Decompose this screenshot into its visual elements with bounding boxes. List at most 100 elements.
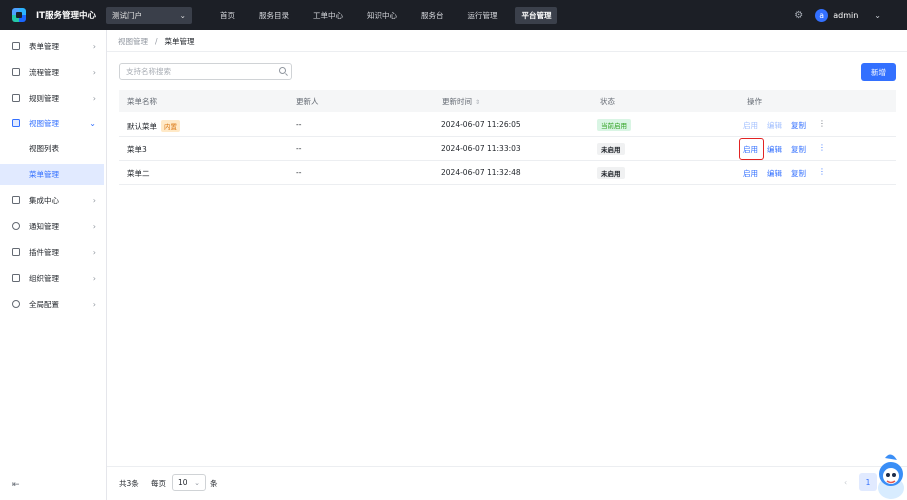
avatar[interactable]: a <box>815 8 829 22</box>
process-icon <box>12 68 20 76</box>
portal-select-value: 测试门户 <box>111 10 142 20</box>
status-badge: 未启用 <box>597 143 625 155</box>
header-divider <box>107 51 907 52</box>
sidebar-item-label: 组织管理 <box>29 273 59 283</box>
user-menu-chevron-icon[interactable]: ⌄ <box>874 11 881 20</box>
updater-cell: -- <box>296 120 302 129</box>
breadcrumb-current: 菜单管理 <box>164 37 195 46</box>
sidebar-item-notification-management[interactable]: 通知管理 › <box>0 216 106 236</box>
plugin-icon <box>12 248 20 256</box>
highlight-box <box>739 138 764 160</box>
nav-home[interactable]: 首页 <box>214 7 241 24</box>
settings-gear-icon[interactable]: ⚙ <box>794 10 803 21</box>
table-row: 默认菜单 内置 -- 2024-06-07 11:26:05 当前启用 启用 编辑… <box>119 113 896 137</box>
sidebar-item-organization-management[interactable]: 组织管理 › <box>0 268 106 288</box>
sidebar-item-view-management[interactable]: 视图管理 ⌄ <box>0 113 106 133</box>
copy-button[interactable]: 复制 <box>791 168 806 179</box>
sort-icon[interactable]: ⇕ <box>475 99 480 106</box>
portal-select[interactable]: 测试门户 ⌄ <box>105 6 192 24</box>
sidebar: 表单管理 › 流程管理 › 规则管理 › 视图管理 ⌄ 视图列表 菜单管理 集成… <box>0 30 107 500</box>
bell-icon <box>12 222 20 230</box>
chevron-right-icon: › <box>92 195 96 205</box>
sidebar-item-label: 通知管理 <box>29 221 59 231</box>
menu-name: 菜单3 <box>127 145 147 154</box>
total-count: 共3条 <box>119 479 139 488</box>
sidebar-item-label: 流程管理 <box>29 67 59 77</box>
page-size-select[interactable]: 10 ⌄ <box>172 474 206 491</box>
updater-cell: -- <box>296 144 302 153</box>
chevron-right-icon: › <box>92 273 96 283</box>
chevron-right-icon: › <box>92 221 96 231</box>
nav-knowledge-center[interactable]: 知识中心 <box>361 7 403 24</box>
sidebar-item-label: 插件管理 <box>29 247 59 257</box>
edit-button[interactable]: 编辑 <box>767 144 782 155</box>
column-header-actions: 操作 <box>747 97 762 106</box>
assistant-mascot-icon[interactable] <box>873 448 907 500</box>
column-header-update-time[interactable]: 更新时间 ⇕ <box>442 96 480 107</box>
rule-icon <box>12 94 20 102</box>
menu-name-cell: 默认菜单 内置 <box>127 120 180 132</box>
column-header-status: 状态 <box>600 97 615 106</box>
builtin-badge: 内置 <box>161 120 180 132</box>
chevron-right-icon: › <box>92 299 96 309</box>
chevron-right-icon: › <box>92 41 96 51</box>
status-badge: 当前启用 <box>597 119 631 131</box>
copy-button[interactable]: 复制 <box>791 120 806 131</box>
nav-operations[interactable]: 运行管理 <box>461 7 503 24</box>
breadcrumb-separator: / <box>155 37 158 46</box>
nav-service-catalog[interactable]: 服务目录 <box>253 7 295 24</box>
app-logo-icon <box>12 8 26 22</box>
user-name[interactable]: admin <box>833 11 858 20</box>
menu-name: 菜单二 <box>127 169 150 178</box>
edit-button[interactable]: 编辑 <box>767 168 782 179</box>
more-actions-icon[interactable]: ⋮ <box>818 143 826 152</box>
sidebar-item-process-management[interactable]: 流程管理 › <box>0 62 106 82</box>
per-page-label: 每页 <box>151 479 166 488</box>
chevron-down-icon: ⌄ <box>179 10 186 20</box>
nav-platform-management[interactable]: 平台管理 <box>515 6 558 24</box>
nav-ticket-center[interactable]: 工单中心 <box>307 7 349 24</box>
nav-service-desk[interactable]: 服务台 <box>415 7 450 24</box>
chevron-down-icon: ⌄ <box>194 478 200 487</box>
sidebar-item-label: 规则管理 <box>29 93 59 103</box>
main-nav: 首页 服务目录 工单中心 知识中心 服务台 运行管理 平台管理 <box>214 0 570 30</box>
footer-divider <box>107 466 907 467</box>
menu-name: 默认菜单 <box>127 122 157 131</box>
integration-icon <box>12 196 20 204</box>
breadcrumb-parent[interactable]: 视图管理 <box>118 36 148 47</box>
add-menu-button[interactable]: 新增 <box>861 63 896 81</box>
chevron-right-icon: › <box>92 67 96 77</box>
status-badge: 未启用 <box>597 167 625 179</box>
more-actions-icon[interactable]: ⋮ <box>818 167 826 176</box>
sidebar-item-integration-center[interactable]: 集成中心 › <box>0 190 106 210</box>
chevron-right-icon: › <box>92 93 96 103</box>
sidebar-subitem-menu-management[interactable]: 菜单管理 <box>0 164 104 185</box>
organization-icon <box>12 274 20 282</box>
search-icon[interactable] <box>279 67 286 74</box>
search-box[interactable] <box>119 63 292 80</box>
sidebar-item-label: 集成中心 <box>29 195 59 205</box>
sidebar-item-label: 全局配置 <box>29 299 59 309</box>
sidebar-item-plugin-management[interactable]: 插件管理 › <box>0 242 106 262</box>
view-icon <box>12 119 20 127</box>
sidebar-item-rule-management[interactable]: 规则管理 › <box>0 88 106 108</box>
collapse-sidebar-icon[interactable]: ⇤ <box>12 480 20 490</box>
chevron-right-icon: › <box>92 247 96 257</box>
page-size-value: 10 <box>178 478 188 487</box>
enable-button[interactable]: 启用 <box>743 120 758 131</box>
breadcrumb: 视图管理 / 菜单管理 <box>118 36 195 47</box>
sidebar-item-global-config[interactable]: 全局配置 › <box>0 294 106 314</box>
enable-button[interactable]: 启用 <box>743 168 758 179</box>
app-title: IT服务管理中心 <box>36 11 96 21</box>
edit-button[interactable]: 编辑 <box>767 120 782 131</box>
update-time-cell: 2024-06-07 11:26:05 <box>441 120 521 129</box>
sidebar-item-form-management[interactable]: 表单管理 › <box>0 36 106 56</box>
copy-button[interactable]: 复制 <box>791 144 806 155</box>
prev-page-button[interactable]: ‹ <box>844 478 847 487</box>
sidebar-subitem-view-list[interactable]: 视图列表 <box>0 138 104 159</box>
column-header-updater: 更新人 <box>296 97 319 106</box>
search-input[interactable] <box>126 67 276 76</box>
sidebar-item-label: 视图管理 <box>29 118 59 128</box>
page-size-unit: 条 <box>210 479 218 488</box>
more-actions-icon[interactable]: ⋮ <box>818 119 826 128</box>
